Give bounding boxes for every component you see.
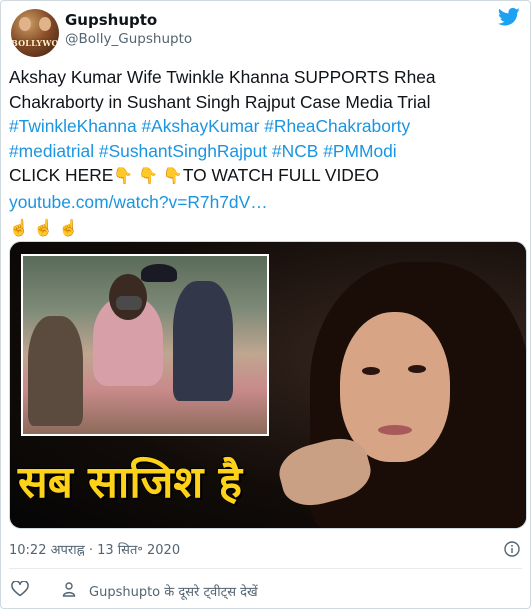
heart-icon[interactable] <box>11 581 29 597</box>
watch-video-text: TO WATCH FULL VIDEO <box>182 165 379 186</box>
emoji-line: ☝ ☝ ☝ <box>9 215 519 242</box>
inset-person <box>28 316 83 426</box>
woman-eye <box>408 365 426 373</box>
tweet-timestamp[interactable]: 10:22 अपराह्न · 13 सित॰ 2020 <box>9 540 180 558</box>
info-icon[interactable] <box>504 541 520 557</box>
hashtag-link[interactable]: #AkshayKumar <box>141 116 259 136</box>
avatar[interactable]: BOLLYWOOD <box>11 9 59 57</box>
inset-photo <box>21 254 269 436</box>
hashtag-link[interactable]: #mediatrial <box>9 141 94 161</box>
media-thumbnail[interactable]: सब साजिश है <box>9 241 527 529</box>
point-up-icon: ☝ <box>58 219 79 237</box>
hashtag-link[interactable]: #PMModi <box>323 141 396 161</box>
timestamp-separator: · <box>88 543 93 558</box>
hashtag-link[interactable]: #NCB <box>272 141 318 161</box>
point-up-icon: ☝ <box>9 219 29 237</box>
twitter-bird-icon[interactable] <box>498 7 520 27</box>
hashtag-link[interactable]: #RheaChakraborty <box>264 116 410 136</box>
divider <box>9 568 522 569</box>
woman-lips <box>378 425 412 435</box>
avatar-face <box>19 17 31 31</box>
hashtag-line: #mediatrial #SushantSinghRajput #NCB #PM… <box>9 139 519 164</box>
inset-mask <box>116 296 142 310</box>
woman-face <box>340 312 450 462</box>
point-down-icon: 👇 <box>138 168 159 186</box>
cta-line: CLICK HERE👇 👇 👇TO WATCH FULL VIDEO <box>9 163 519 190</box>
tweet-card: BOLLYWOOD Gupshupto @Bolly_Gupshupto Aks… <box>0 0 531 609</box>
hashtag-line: #TwinkleKhanna #AkshayKumar #RheaChakrab… <box>9 114 519 139</box>
person-icon[interactable] <box>61 581 77 597</box>
video-link[interactable]: youtube.com/watch?v=R7h7dV… <box>9 192 268 212</box>
user-name[interactable]: Gupshupto <box>65 11 157 29</box>
inset-person <box>173 281 233 401</box>
user-handle[interactable]: @Bolly_Gupshupto <box>65 31 192 47</box>
more-tweets-link[interactable]: Gupshupto के दूसरे ट्वीट्स देखें <box>89 582 258 600</box>
hashtag-link[interactable]: #SushantSinghRajput <box>99 141 267 161</box>
tweet-line: Chakraborty in Sushant Singh Rajput Case… <box>9 91 431 112</box>
link-line: youtube.com/watch?v=R7h7dV… <box>9 190 519 215</box>
avatar-logo-text: BOLLYWOOD <box>11 38 59 48</box>
woman-eye <box>362 367 380 375</box>
tweet-time: 10:22 अपराह्न <box>9 543 85 558</box>
avatar-face <box>39 17 51 31</box>
media-caption: सब साजिश है <box>18 457 242 508</box>
point-down-icon: 👇 <box>162 168 183 186</box>
tweet-date: 13 सित॰ 2020 <box>97 543 181 558</box>
tweet-line: Akshay Kumar Wife Twinkle Khanna SUPPORT… <box>9 67 436 87</box>
inset-cap <box>141 264 177 282</box>
point-down-icon: 👇 <box>113 168 134 186</box>
point-up-icon: ☝ <box>33 219 54 237</box>
tweet-text: Akshay Kumar Wife Twinkle Khanna SUPPORT… <box>9 65 519 241</box>
hashtag-link[interactable]: #TwinkleKhanna <box>9 116 137 136</box>
click-here-text: CLICK HERE <box>9 165 114 186</box>
